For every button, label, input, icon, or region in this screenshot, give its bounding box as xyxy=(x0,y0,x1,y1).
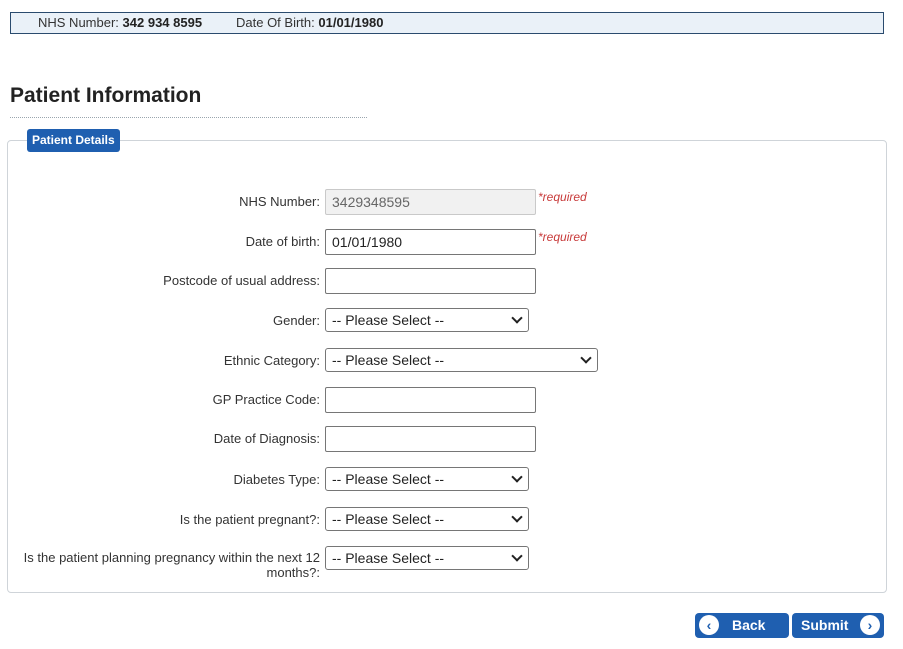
ethnic-select-value: -- Please Select -- xyxy=(332,352,445,368)
ethnic-select[interactable]: -- Please Select -- xyxy=(325,348,598,372)
nhs-number-field: 3429348595 xyxy=(325,189,536,215)
chevron-down-icon xyxy=(511,550,523,562)
diagnosis-date-row: Date of Diagnosis: xyxy=(0,426,903,454)
dob-row: Date of birth: 01/01/1980 *required xyxy=(0,229,903,257)
planning-label-line1: Is the patient planning pregnancy within… xyxy=(23,550,320,565)
dob-field[interactable]: 01/01/1980 xyxy=(325,229,536,255)
patient-banner: NHS Number: 342 934 8595 Date Of Birth: … xyxy=(10,12,884,34)
planning-label: Is the patient planning pregnancy within… xyxy=(24,550,320,580)
gender-select-value: -- Please Select -- xyxy=(332,312,445,328)
ethnic-row: Ethnic Category: -- Please Select -- xyxy=(0,348,903,376)
gender-row: Gender: -- Please Select -- xyxy=(0,308,903,336)
diabetes-type-row: Diabetes Type: -- Please Select -- xyxy=(0,467,903,495)
banner-nhs-value: 342 934 8595 xyxy=(122,15,203,30)
planning-row: Is the patient planning pregnancy within… xyxy=(0,546,903,582)
arrow-left-circle-icon: ‹ xyxy=(699,615,719,635)
postcode-label: Postcode of usual address: xyxy=(163,273,320,288)
banner-dob: Date Of Birth: 01/01/1980 xyxy=(236,13,383,33)
dob-label: Date of birth: xyxy=(245,234,320,249)
chevron-down-icon xyxy=(511,312,523,324)
planning-select-value: -- Please Select -- xyxy=(332,550,445,566)
nhs-number-label: NHS Number: xyxy=(239,194,320,209)
pregnant-row: Is the patient pregnant?: -- Please Sele… xyxy=(0,507,903,535)
planning-select[interactable]: -- Please Select -- xyxy=(325,546,529,570)
chevron-down-icon xyxy=(511,471,523,483)
banner-nhs-label: NHS Number: xyxy=(38,15,119,30)
gp-code-field[interactable] xyxy=(325,387,536,413)
banner-dob-value: 01/01/1980 xyxy=(318,15,384,30)
postcode-field[interactable] xyxy=(325,268,536,294)
nhs-number-required: *required xyxy=(538,190,587,204)
diabetes-type-label: Diabetes Type: xyxy=(233,472,320,487)
postcode-row: Postcode of usual address: xyxy=(0,268,903,296)
patient-details-legend: Patient Details xyxy=(27,129,120,152)
diabetes-type-select[interactable]: -- Please Select -- xyxy=(325,467,529,491)
banner-dob-label: Date Of Birth: xyxy=(236,15,315,30)
arrow-right-circle-icon: › xyxy=(860,615,880,635)
dob-required: *required xyxy=(538,230,587,244)
banner-nhs: NHS Number: 342 934 8595 xyxy=(38,13,202,33)
diabetes-type-select-value: -- Please Select -- xyxy=(332,471,445,487)
submit-button[interactable]: Submit › xyxy=(792,613,884,638)
nhs-number-row: NHS Number: 3429348595 *required xyxy=(0,189,903,217)
chevron-down-icon xyxy=(580,352,592,364)
gp-code-row: GP Practice Code: xyxy=(0,387,903,415)
gender-label: Gender: xyxy=(273,313,320,328)
gp-code-label: GP Practice Code: xyxy=(212,392,320,407)
diagnosis-date-label: Date of Diagnosis: xyxy=(213,431,320,446)
submit-button-label: Submit xyxy=(801,617,849,633)
pregnant-select[interactable]: -- Please Select -- xyxy=(325,507,529,531)
page-title: Patient Information xyxy=(10,84,202,107)
planning-label-line2: months?: xyxy=(266,565,320,580)
pregnant-label: Is the patient pregnant?: xyxy=(179,512,320,527)
pregnant-select-value: -- Please Select -- xyxy=(332,511,445,527)
ethnic-label: Ethnic Category: xyxy=(223,353,320,368)
gender-select[interactable]: -- Please Select -- xyxy=(325,308,529,332)
back-button[interactable]: ‹ Back xyxy=(695,613,789,638)
title-divider xyxy=(10,117,367,118)
back-button-label: Back xyxy=(732,617,766,633)
chevron-down-icon xyxy=(511,511,523,523)
diagnosis-date-field[interactable] xyxy=(325,426,536,452)
